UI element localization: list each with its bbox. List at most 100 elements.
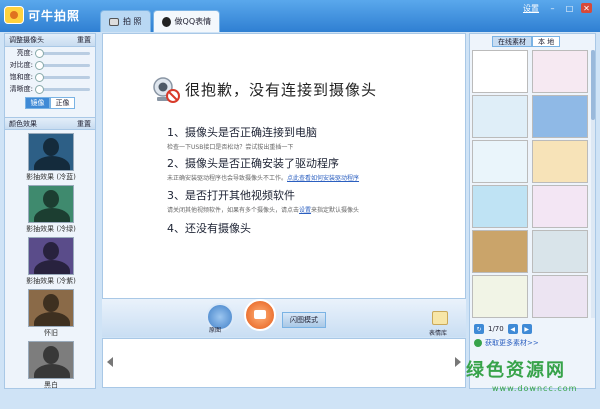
effect-thumbnail[interactable] <box>28 185 74 223</box>
effect-thumbnail[interactable] <box>28 237 74 275</box>
color-effects-title: 颜色效果 <box>9 119 37 128</box>
photo-frame-thumbnail[interactable] <box>472 140 528 183</box>
tab-local-material[interactable]: 本 地 <box>532 36 561 47</box>
item-desc: 请关闭其他视频软件，如果有多个摄像头，请点击 <box>167 207 300 214</box>
material-panel: 在线素材 本 地 ↻ 1/70 ◀ ▶ 获取更多素材>> <box>469 33 596 389</box>
photo-frame-thumbnail[interactable] <box>472 275 528 318</box>
qq-penguin-icon <box>161 16 171 27</box>
photo-frame-thumbnail[interactable] <box>532 230 588 273</box>
adjust-reset-button[interactable]: 重置 <box>77 35 91 45</box>
prev-page-icon[interactable]: ◀ <box>507 324 518 334</box>
effect-item[interactable]: 黑白 <box>5 341 97 390</box>
adjust-camera-title: 调整摄像头 <box>9 36 44 44</box>
title-bar: 可牛拍照 拍 照 做QQ表情 设置 – □ ✕ <box>0 0 600 32</box>
driver-help-link[interactable]: 点此查看如何安装驱动程序 <box>287 175 359 182</box>
error-title: 很抱歉，没有连接到摄像头 <box>185 81 378 99</box>
effect-thumbnail[interactable] <box>28 289 74 327</box>
effect-label: 黑白 <box>44 381 58 389</box>
more-material-label: 获取更多素材>> <box>485 339 539 347</box>
slider-label: 亮度: <box>16 49 33 57</box>
effect-thumbnail[interactable] <box>28 133 74 171</box>
effect-label: 怀旧 <box>44 329 58 337</box>
photo-frame-thumbnail[interactable] <box>532 185 588 228</box>
contrast-slider[interactable] <box>35 60 90 70</box>
flash-mode-button[interactable]: 闪图模式 <box>282 312 326 328</box>
effect-item[interactable]: 影抽效果 (冷蓝) <box>5 133 97 182</box>
next-page-icon[interactable]: ▶ <box>521 324 532 334</box>
more-material-link[interactable]: 获取更多素材>> <box>474 338 539 348</box>
effects-reset-button[interactable]: 重置 <box>77 119 91 129</box>
material-scrollbar[interactable] <box>591 50 595 318</box>
photo-frame-thumbnail[interactable] <box>472 95 528 138</box>
item-head: 4、还没有摄像头 <box>167 222 251 235</box>
scrollbar-thumb[interactable] <box>591 50 595 120</box>
camera-icon <box>109 17 119 26</box>
troubleshoot-item: 3、是否打开其他视频软件 请关闭其他视频软件，如果有多个摄像头，请点击设置来指定… <box>167 187 359 214</box>
watermark-text: 绿色资源网 <box>466 360 566 381</box>
left-panel: 调整摄像头 重置 亮度: 对比度: 饱和度: 清晰度: 镜像 正像 颜色效果 重… <box>4 33 96 389</box>
item-desc-row: 未正确安装驱动程序也会导致摄像头不工作。点此查看如何安装驱动程序 <box>167 173 359 182</box>
effect-item[interactable]: 影抽效果 (冷紫) <box>5 237 97 286</box>
material-tabs: 在线素材 本 地 <box>492 36 561 47</box>
material-pager: ↻ 1/70 ◀ ▶ <box>474 323 592 335</box>
tab-photo-label: 拍 照 <box>123 17 142 26</box>
effects-list: 影抽效果 (冷蓝) 影抽效果 (冷绿) 影抽效果 (冷紫) 怀旧黑白 <box>5 133 95 390</box>
tab-photo[interactable]: 拍 照 <box>100 10 151 32</box>
sharpness-slider[interactable] <box>35 84 90 94</box>
troubleshoot-item: 1、摄像头是否正确连接到电脑 检查一下USB接口是否松动？尝试拔出重插一下 <box>167 124 317 151</box>
photo-frame-thumbnail[interactable] <box>472 230 528 273</box>
item-desc-tail: 来指定默认摄像头 <box>311 207 360 214</box>
emoji-library-icon[interactable] <box>432 311 448 325</box>
strip-left-arrow-icon[interactable] <box>107 357 113 367</box>
saturation-slider[interactable] <box>35 72 90 82</box>
settings-link[interactable]: 设置 <box>523 3 539 14</box>
capture-button[interactable] <box>244 299 276 331</box>
slider-thumb[interactable] <box>35 84 44 94</box>
app-logo-icon <box>4 6 24 24</box>
photo-frame-thumbnail[interactable] <box>532 275 588 318</box>
capture-toolbar: 原图 闪图模式 表情库 <box>102 298 466 337</box>
slider-brightness: 亮度: <box>5 47 95 59</box>
brightness-slider[interactable] <box>35 48 90 58</box>
photo-frame-thumbnail[interactable] <box>532 50 588 93</box>
minimize-icon[interactable]: – <box>547 3 558 13</box>
color-effects-header: 颜色效果 重置 <box>5 117 95 130</box>
photo-frame-thumbnail[interactable] <box>532 95 588 138</box>
maximize-icon[interactable]: □ <box>564 3 575 13</box>
close-icon[interactable]: ✕ <box>581 3 592 13</box>
main-tabs: 拍 照 做QQ表情 <box>100 10 222 32</box>
item-desc-row: 请关闭其他视频软件，如果有多个摄像头，请点击设置来指定默认摄像头 <box>167 205 359 214</box>
troubleshoot-item: 4、还没有摄像头 <box>167 220 251 236</box>
slider-label: 清晰度: <box>9 85 33 93</box>
tab-qq-emoji-label: 做QQ表情 <box>174 17 212 26</box>
slider-thumb[interactable] <box>35 72 44 82</box>
normal-button[interactable]: 正像 <box>50 97 75 109</box>
slider-sharpness: 清晰度: <box>5 83 95 95</box>
photo-frame-thumbnail[interactable] <box>472 185 528 228</box>
effect-item[interactable]: 怀旧 <box>5 289 97 338</box>
camera-icon <box>254 310 266 319</box>
item-head: 3、是否打开其他视频软件 <box>167 189 295 202</box>
effect-item[interactable]: 影抽效果 (冷绿) <box>5 185 97 234</box>
page-indicator: 1/70 <box>488 325 504 333</box>
refresh-icon[interactable]: ↻ <box>474 324 484 334</box>
emoji-library-label: 表情库 <box>429 330 448 337</box>
photo-frame-thumbnail[interactable] <box>532 140 588 183</box>
slider-label: 饱和度: <box>9 73 33 81</box>
slider-thumb[interactable] <box>35 48 44 58</box>
tab-online-material[interactable]: 在线素材 <box>492 36 532 47</box>
effect-thumbnail[interactable] <box>28 341 74 379</box>
tab-qq-emoji[interactable]: 做QQ表情 <box>152 10 221 32</box>
original-image-label: 原图 <box>209 327 222 334</box>
item-head: 1、摄像头是否正确连接到电脑 <box>167 126 317 139</box>
strip-right-arrow-icon[interactable] <box>455 357 461 367</box>
mirror-toggle: 镜像 正像 <box>5 97 95 109</box>
watermark-url: www.downcc.com <box>492 384 578 393</box>
photo-strip <box>102 338 466 388</box>
mirror-button[interactable]: 镜像 <box>25 97 50 109</box>
settings-inline-link[interactable]: 设置 <box>299 207 311 214</box>
slider-thumb[interactable] <box>35 60 44 70</box>
webcam-disconnected-icon <box>153 77 180 103</box>
photo-frame-thumbnail[interactable] <box>472 50 528 93</box>
frame-grid <box>472 50 590 318</box>
